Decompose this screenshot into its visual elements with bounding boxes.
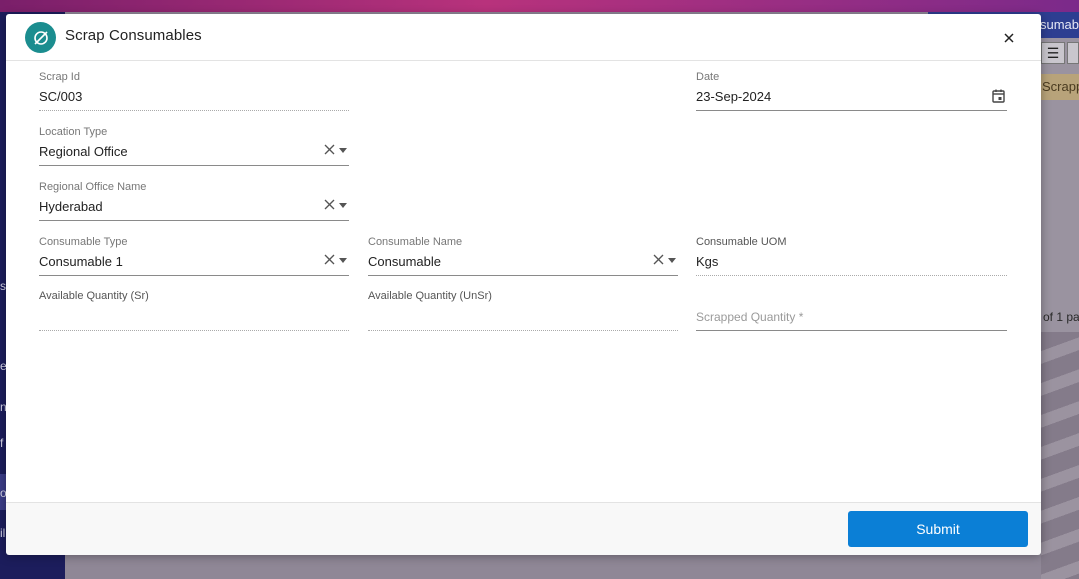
clear-icon[interactable] bbox=[322, 252, 336, 266]
field-underline bbox=[39, 165, 349, 166]
scrapped-quantity-input[interactable]: Scrapped Quantity * bbox=[696, 292, 1007, 331]
consumable-name-select[interactable]: Consumable Name Consumable bbox=[368, 236, 678, 276]
bg-scrap-button[interactable]: Scrapp bbox=[1041, 74, 1079, 100]
calendar-icon[interactable] bbox=[992, 89, 1005, 103]
consumable-uom-value: Kgs bbox=[696, 254, 719, 269]
consumable-name-label: Consumable Name bbox=[368, 236, 463, 248]
date-label: Date bbox=[696, 71, 720, 83]
available-quantity-unsr-label: Available Quantity (UnSr) bbox=[368, 290, 492, 302]
field-underline bbox=[368, 330, 678, 331]
consumable-name-value[interactable]: Consumable bbox=[368, 254, 441, 269]
field-underline bbox=[368, 275, 678, 276]
consumable-type-value[interactable]: Consumable 1 bbox=[39, 254, 123, 269]
chevron-down-icon[interactable] bbox=[339, 147, 347, 153]
scrapped-quantity-placeholder[interactable]: Scrapped Quantity * bbox=[696, 310, 803, 324]
bg-lower-panel bbox=[1041, 332, 1079, 579]
empty-set-icon bbox=[25, 22, 56, 53]
date-field[interactable]: Date 23-Sep-2024 bbox=[696, 71, 1007, 111]
select-controls bbox=[651, 252, 676, 266]
regional-office-name-label: Regional Office Name bbox=[39, 181, 147, 193]
consumable-uom-field: Consumable UOM Kgs bbox=[696, 236, 1007, 276]
location-type-value[interactable]: Regional Office bbox=[39, 144, 128, 159]
field-underline bbox=[39, 110, 349, 111]
select-controls bbox=[322, 197, 347, 211]
available-quantity-unsr-field: Available Quantity (UnSr) bbox=[368, 290, 678, 331]
submit-button[interactable]: Submit bbox=[848, 511, 1028, 547]
field-underline bbox=[696, 110, 1007, 111]
chevron-down-icon[interactable] bbox=[339, 257, 347, 263]
bg-pager-text: of 1 pa bbox=[1043, 310, 1079, 324]
sidebar-item[interactable]: il bbox=[0, 526, 5, 540]
regional-office-name-select[interactable]: Regional Office Name Hyderabad bbox=[39, 181, 349, 221]
available-quantity-sr-field: Available Quantity (Sr) bbox=[39, 290, 349, 331]
select-controls bbox=[322, 142, 347, 156]
date-value[interactable]: 23-Sep-2024 bbox=[696, 89, 771, 104]
field-underline bbox=[696, 275, 1007, 276]
scrap-id-label: Scrap Id bbox=[39, 71, 80, 83]
available-quantity-sr-label: Available Quantity (Sr) bbox=[39, 290, 149, 302]
scrap-id-field: Scrap Id SC/003 bbox=[39, 71, 349, 111]
consumable-type-select[interactable]: Consumable Type Consumable 1 bbox=[39, 236, 349, 276]
hamburger-icon[interactable]: ☰ bbox=[1041, 42, 1065, 64]
chevron-down-icon[interactable] bbox=[668, 257, 676, 263]
clear-icon[interactable] bbox=[651, 252, 665, 266]
field-underline bbox=[39, 220, 349, 221]
consumable-type-label: Consumable Type bbox=[39, 236, 128, 248]
clear-icon[interactable] bbox=[322, 142, 336, 156]
scrap-id-value: SC/003 bbox=[39, 89, 83, 104]
field-underline bbox=[39, 275, 349, 276]
scrap-consumables-dialog: Scrap Consumables Scrap Id SC/003 Date 2… bbox=[6, 14, 1041, 555]
location-type-select[interactable]: Location Type Regional Office bbox=[39, 126, 349, 166]
sidebar-item[interactable]: f bbox=[0, 436, 3, 450]
regional-office-name-value[interactable]: Hyderabad bbox=[39, 199, 103, 214]
bg-scrap-label: Scrapp bbox=[1042, 79, 1079, 94]
dialog-title: Scrap Consumables bbox=[65, 27, 202, 44]
dialog-footer: Submit bbox=[6, 502, 1041, 555]
select-controls bbox=[322, 252, 347, 266]
clear-icon[interactable] bbox=[322, 197, 336, 211]
close-icon[interactable] bbox=[999, 28, 1019, 48]
dialog-header: Scrap Consumables bbox=[6, 14, 1041, 61]
consumable-uom-label: Consumable UOM bbox=[696, 236, 787, 248]
bg-toolbar-button[interactable] bbox=[1067, 42, 1079, 64]
app-top-bar bbox=[0, 0, 1079, 12]
field-underline bbox=[39, 330, 349, 331]
bg-tab-label: sumab bbox=[1040, 17, 1079, 32]
chevron-down-icon[interactable] bbox=[339, 202, 347, 208]
field-underline bbox=[696, 330, 1007, 331]
location-type-label: Location Type bbox=[39, 126, 108, 138]
